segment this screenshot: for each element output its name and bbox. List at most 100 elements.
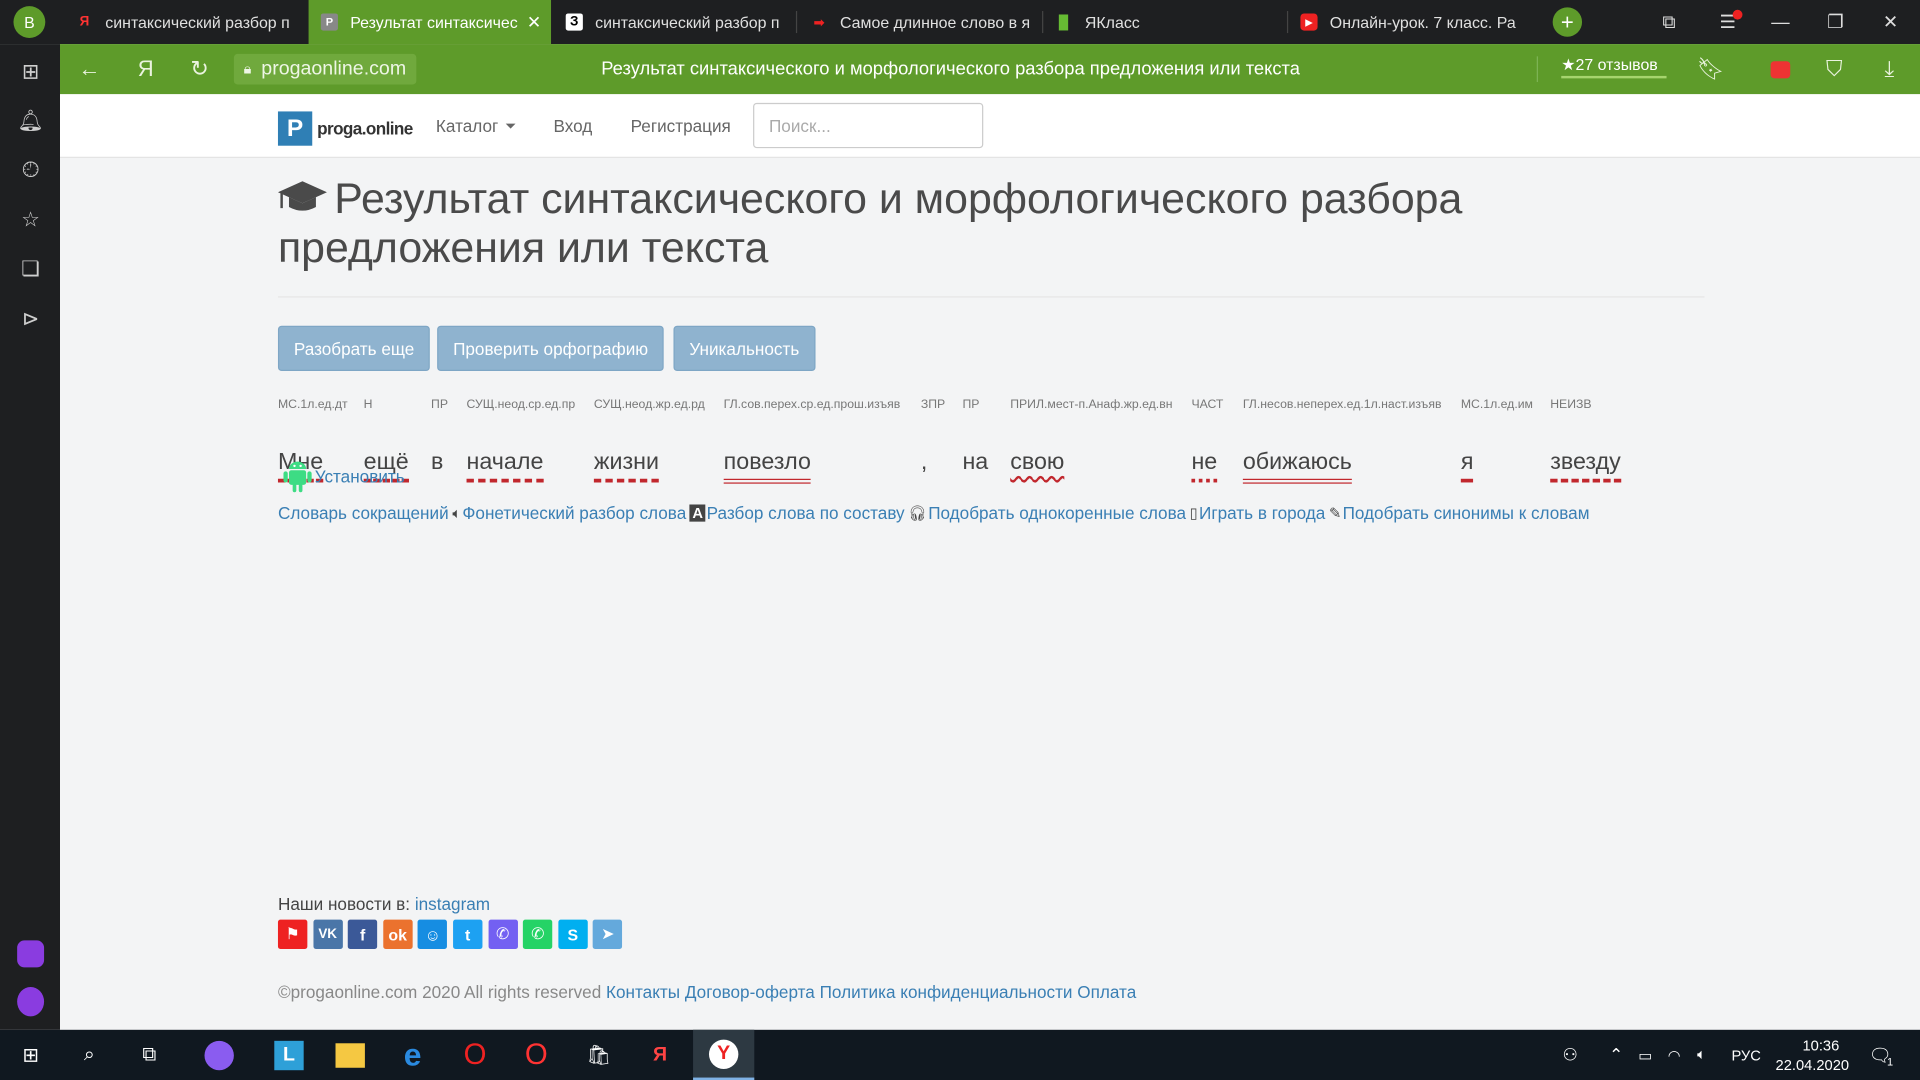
start-button[interactable]: ⊞ <box>5 1030 56 1080</box>
close-icon[interactable]: ✕ <box>527 12 541 33</box>
tab-4[interactable]: ➡ Самое длинное слово в я <box>798 0 1040 44</box>
plus-icon: + <box>1552 7 1583 37</box>
opera-icon[interactable]: O <box>507 1030 566 1080</box>
opera-gx-icon[interactable]: O <box>446 1030 505 1080</box>
vk-icon[interactable]: VK <box>312 919 343 949</box>
explorer-icon[interactable] <box>321 1030 380 1080</box>
nav-login[interactable]: Вход <box>553 94 592 158</box>
parsed-word[interactable]: ПРИЛ.мест-п.Анаф.жр.ед.вн свою <box>1010 398 1172 479</box>
skype-icon[interactable]: S <box>558 919 588 949</box>
link-morphemic[interactable]: Разбор слова по составу <box>707 503 905 523</box>
twitter-icon[interactable]: t <box>453 919 483 949</box>
close-window-button[interactable]: ✕ <box>1873 0 1907 44</box>
word-text: я <box>1460 449 1474 483</box>
word-morph-tag: НЕИЗВ <box>1550 397 1592 412</box>
minimize-button[interactable]: — <box>1763 0 1797 44</box>
protect-icon[interactable]: ⛉ <box>1820 44 1849 94</box>
people-icon[interactable]: ⚇ <box>1562 1030 1577 1080</box>
reviews-badge[interactable]: ★27 отзывов <box>1561 55 1667 79</box>
tab-3[interactable]: З синтаксический разбор п <box>553 0 793 44</box>
collections-icon[interactable]: ⧉ <box>1653 0 1685 44</box>
url-field[interactable]: 🔒︎ progaonline.com <box>233 53 416 85</box>
instagram-link[interactable]: instagram <box>415 894 490 914</box>
chevron-up-icon[interactable]: ⌃ <box>1609 1030 1623 1080</box>
new-tab-button[interactable]: + <box>1550 0 1584 44</box>
notifications-icon[interactable]: 🔔︎ <box>17 108 44 135</box>
install-app-link[interactable]: Установить <box>283 459 405 493</box>
page-heading: Результат синтаксического и морфологичес… <box>277 175 1576 273</box>
yandex-browser-taskbar-icon[interactable]: Y <box>693 1029 755 1080</box>
viber-icon[interactable]: ✆ <box>488 919 518 949</box>
collections-side-icon[interactable]: ❏ <box>17 256 44 283</box>
battery-icon[interactable]: ▭ <box>1638 1030 1652 1080</box>
parsed-word[interactable]: ГЛ.сов.перех.ср.ед.прош.изъяв повезло <box>723 398 900 484</box>
clock[interactable]: 10:36 22.04.2020 <box>1776 1030 1850 1080</box>
footer-offer[interactable]: Договор-оферта <box>685 982 815 1002</box>
parsed-word[interactable]: ЧАСТ не <box>1191 398 1223 483</box>
odnoklassniki-icon[interactable]: ok <box>383 919 413 949</box>
back-button[interactable]: ← <box>72 44 106 94</box>
link-synonyms[interactable]: Подобрать синонимы к словам <box>1343 503 1590 523</box>
download-icon[interactable]: ⤓ <box>1875 44 1904 94</box>
parse-again-button[interactable]: Разобрать еще <box>277 325 431 372</box>
language-indicator[interactable]: РУС <box>1731 1030 1760 1080</box>
link-phonetic[interactable]: Фонетический разбор слова <box>462 503 686 523</box>
parsed-word[interactable]: ПР в <box>431 398 448 479</box>
parsed-word[interactable]: СУЩ.неод.жр.ед.рд жизни <box>593 398 705 483</box>
apps-icon[interactable]: ⊞ <box>17 59 44 86</box>
alice-taskbar-icon[interactable] <box>190 1030 249 1080</box>
store-icon[interactable]: 🛍︎ <box>569 1030 628 1080</box>
search-icon[interactable]: ⌕ <box>66 1030 113 1080</box>
alice-icon[interactable] <box>17 986 45 1017</box>
whatsapp-icon[interactable]: ✆ <box>523 919 553 949</box>
link-cities-game[interactable]: Играть в города <box>1199 503 1325 523</box>
uniqueness-button[interactable]: Уникальность <box>673 325 816 372</box>
profile-avatar[interactable]: B <box>12 0 46 44</box>
bookmark-icon[interactable]: 🔖︎ <box>1696 44 1725 94</box>
parsed-word[interactable]: НЕИЗВ звезду <box>1550 397 1621 483</box>
video-icon[interactable]: ⊳ <box>17 306 44 333</box>
nav-register[interactable]: Регистрация <box>631 94 731 158</box>
footer-privacy[interactable]: Политика конфиденциальности <box>820 982 1073 1002</box>
tab-2-active[interactable]: P Результат синтаксичес ✕ <box>308 0 552 45</box>
facebook-icon[interactable]: f <box>347 919 378 949</box>
reload-button[interactable]: ↻ <box>182 44 216 94</box>
volume-icon[interactable]: 🔈︎ <box>1697 1030 1706 1080</box>
alice-chat-icon[interactable] <box>17 940 45 968</box>
parsed-word[interactable]: СУЩ.неод.ср.ед.пр начале <box>466 398 575 483</box>
footer-contacts[interactable]: Контакты <box>606 982 680 1002</box>
tab-5[interactable]: ▉ ЯКласс <box>1043 0 1285 44</box>
spellcheck-button[interactable]: Проверить орфографию <box>437 325 665 372</box>
mailru-icon[interactable]: ☺ <box>418 919 448 949</box>
tab-6[interactable]: ▶ Онлайн-урок. 7 класс. Ра <box>1288 0 1530 44</box>
search-input[interactable] <box>753 102 984 149</box>
footer-payment[interactable]: Оплата <box>1077 982 1136 1002</box>
graduation-cap-icon <box>277 181 327 211</box>
nav-catalog[interactable]: Каталог <box>436 94 516 158</box>
notifications-center-icon[interactable]: 🗨︎ 1 <box>1869 1030 1894 1080</box>
task-view-icon[interactable]: ⧉ <box>126 1030 173 1080</box>
tab-1[interactable]: Я синтаксический разбор п <box>64 0 306 44</box>
link-abbreviations[interactable]: Словарь сокращений <box>278 503 449 523</box>
restore-button[interactable]: ❐ <box>1818 0 1852 44</box>
parsed-word[interactable]: ПР на <box>962 398 988 479</box>
copyright: ©progaonline.com 2020 All rights reserve… <box>277 982 602 1002</box>
parsed-word[interactable]: ЗПР, <box>921 398 945 479</box>
parsed-word[interactable]: МС.1л.ед.им я <box>1460 398 1533 483</box>
site-logo[interactable]: P proga.online <box>277 111 413 146</box>
wifi-icon[interactable]: ◠ <box>1668 1030 1681 1080</box>
edge-icon[interactable]: e <box>383 1030 442 1080</box>
tab-title: Онлайн-урок. 7 класс. Ра <box>1329 12 1516 32</box>
bookmark-share-icon[interactable]: ⚑ <box>277 919 308 949</box>
yandex-home-button[interactable]: Я <box>129 44 163 94</box>
favorites-icon[interactable]: ☆ <box>17 207 44 234</box>
word-text: свою <box>1010 449 1065 476</box>
history-icon[interactable]: 🕘︎ <box>17 157 44 184</box>
parsed-word[interactable]: ГЛ.несов.неперех.ед.1л.наст.изъяв обижаюс… <box>1242 398 1441 484</box>
yandex-taskbar-icon[interactable]: Я <box>631 1030 690 1080</box>
link-cognates[interactable]: Подобрать однокоренные слова <box>928 503 1186 523</box>
extension-icon[interactable] <box>1766 44 1795 94</box>
menu-icon[interactable]: ☰ <box>1712 0 1744 44</box>
app-l-icon[interactable]: L <box>260 1030 319 1080</box>
telegram-icon[interactable]: ➤ <box>593 919 623 949</box>
